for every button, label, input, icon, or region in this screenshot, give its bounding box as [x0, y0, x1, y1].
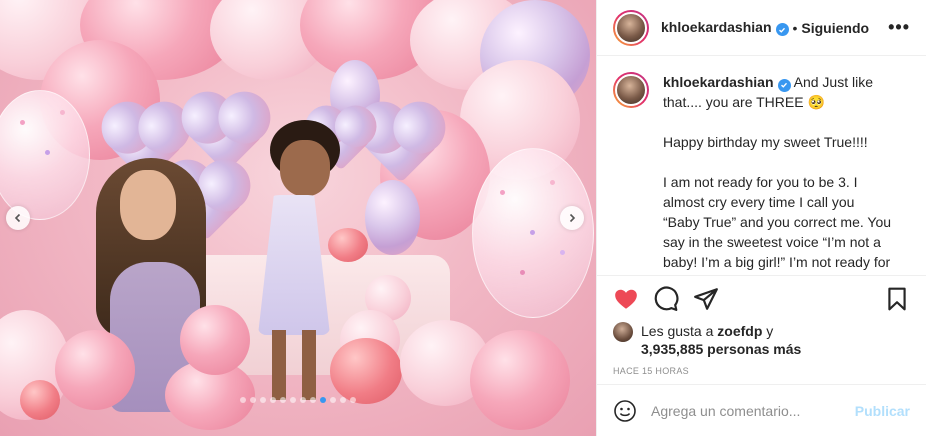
previous-slide-button[interactable] [6, 206, 30, 230]
carousel-dot [320, 397, 326, 403]
chevron-right-icon [569, 213, 576, 223]
liker-username[interactable]: zoefdp [717, 323, 762, 339]
pleading-face-emoji: 🥺 [807, 94, 825, 110]
caption-paragraph: I am not ready for you to be 3. I almost… [663, 174, 892, 275]
post-timestamp[interactable]: HACE 15 HORAS [597, 358, 926, 376]
carousel-indicator [0, 397, 596, 403]
caption: khloekardashian And Just like that.... y… [613, 72, 910, 275]
balloon [328, 228, 368, 262]
caption-paragraph: Happy birthday my sweet True!!!! [663, 134, 868, 150]
heart-icon[interactable] [613, 286, 639, 312]
likes-summary: Les gusta a zoefdp y 3,935,885 personas … [597, 316, 926, 358]
balloon [470, 330, 570, 430]
more-options-icon[interactable]: ••• [888, 17, 910, 38]
carousel-dot [290, 397, 296, 403]
carousel-dot [330, 397, 336, 403]
share-icon[interactable] [693, 286, 719, 312]
following-button[interactable]: Siguiendo [801, 20, 869, 36]
girl-dress [258, 195, 330, 335]
confetti [20, 120, 25, 125]
avatar[interactable] [613, 9, 649, 46]
woman-face [120, 170, 176, 240]
balloon [330, 338, 402, 404]
confetti [550, 180, 555, 185]
bookmark-icon[interactable] [884, 286, 910, 312]
confetti [520, 270, 525, 275]
likes-count[interactable]: 3,935,885 personas más [641, 341, 801, 357]
next-slide-button[interactable] [560, 206, 584, 230]
girl-face [280, 140, 330, 196]
caption-text: khloekardashian And Just like that.... y… [663, 72, 893, 275]
carousel-dot [260, 397, 266, 403]
carousel-dot [300, 397, 306, 403]
girl-legs [272, 330, 318, 400]
confetti [560, 250, 565, 255]
avatar[interactable] [613, 72, 649, 108]
carousel-dot [340, 397, 346, 403]
post-header: khloekardashian • Siguiendo ••• [597, 0, 926, 56]
confetti [60, 110, 65, 115]
post-photo[interactable] [0, 0, 596, 436]
username-text[interactable]: khloekardashian [661, 19, 772, 35]
carousel-dot [240, 397, 246, 403]
liker-avatar[interactable] [613, 322, 633, 342]
verified-badge-icon [775, 23, 789, 37]
header-username[interactable]: khloekardashian [661, 19, 789, 37]
caption-username[interactable]: khloekardashian [663, 74, 774, 90]
comment-input[interactable] [651, 402, 855, 419]
comment-composer: Publicar [597, 384, 926, 436]
likes-prefix: Les gusta a [641, 323, 714, 339]
post-details-panel: khloekardashian • Siguiendo ••• khloekar… [596, 0, 926, 436]
carousel-dot [250, 397, 256, 403]
action-bar [597, 276, 926, 316]
publish-button[interactable]: Publicar [855, 403, 910, 419]
carousel-dot [350, 397, 356, 403]
carousel-dot [270, 397, 276, 403]
chevron-left-icon [14, 213, 21, 223]
confetti [500, 190, 505, 195]
comments-section: khloekardashian And Just like that.... y… [597, 56, 926, 276]
separator: • [792, 19, 798, 36]
verified-badge-icon [777, 78, 791, 92]
emoji-icon[interactable] [613, 399, 637, 423]
balloon [365, 180, 420, 255]
balloon [180, 305, 250, 375]
carousel-dot [280, 397, 286, 403]
comment-icon[interactable] [653, 286, 679, 312]
confetti [530, 230, 535, 235]
confetti [45, 150, 50, 155]
carousel-dot [310, 397, 316, 403]
likes-joiner: y [766, 323, 774, 339]
